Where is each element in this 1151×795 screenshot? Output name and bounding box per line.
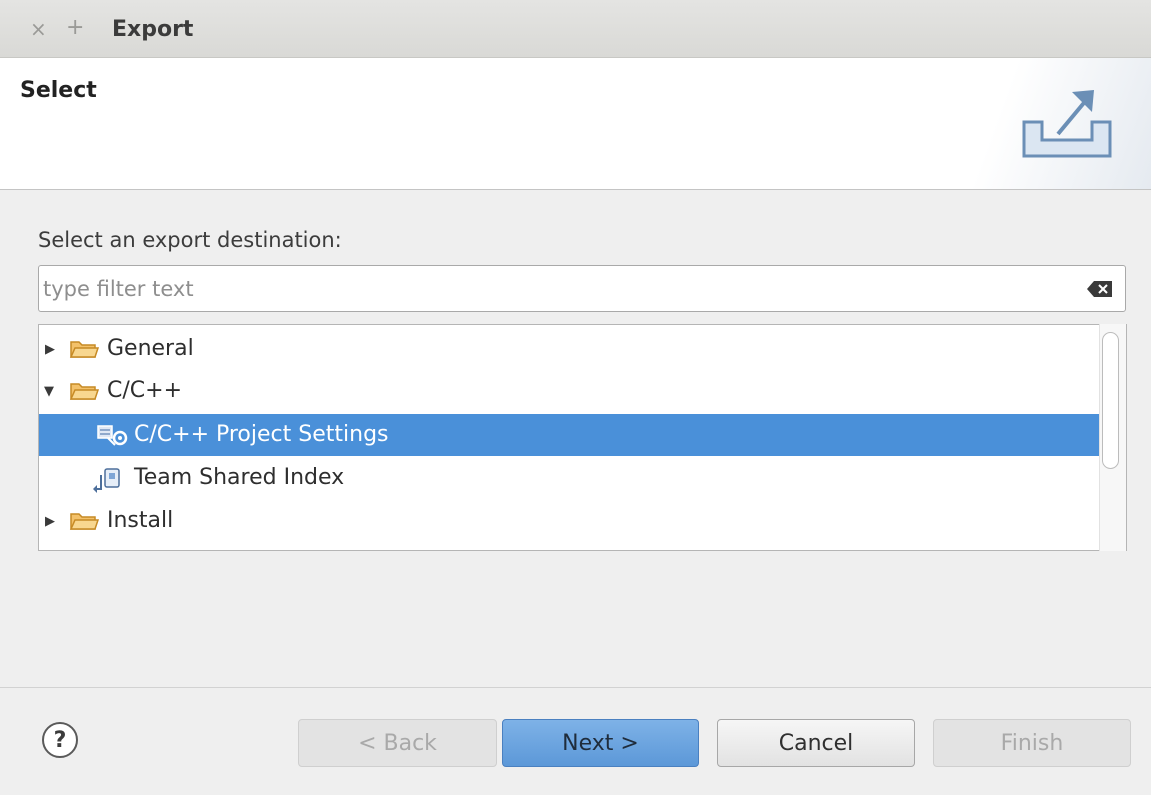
cancel-button[interactable]: Cancel xyxy=(717,719,915,767)
header-banner: Select xyxy=(0,58,1151,190)
tree-item-label: C/C++ xyxy=(107,378,183,403)
footer-separator xyxy=(0,687,1151,688)
help-button[interactable]: ? xyxy=(42,722,78,758)
back-button[interactable]: < Back xyxy=(298,719,497,767)
tree-item-team-shared-index[interactable]: Team Shared Index xyxy=(39,457,1099,499)
filter-input[interactable] xyxy=(43,272,1073,306)
folder-icon xyxy=(69,341,99,358)
filter-box xyxy=(38,265,1126,312)
help-icon: ? xyxy=(53,727,67,753)
expand-arrow-icon[interactable]: ▶ xyxy=(45,342,55,357)
finish-button[interactable]: Finish xyxy=(933,719,1131,767)
tree-item-install[interactable]: ▶ Install xyxy=(39,500,1099,542)
folder-icon xyxy=(69,513,99,530)
scrollbar-thumb[interactable] xyxy=(1102,332,1119,469)
export-icon xyxy=(1022,90,1112,158)
tree-item-label: General xyxy=(107,336,194,361)
destination-prompt: Select an export destination: xyxy=(38,228,342,252)
close-icon[interactable]: × xyxy=(30,19,47,39)
project-settings-icon xyxy=(97,425,128,446)
tree-item-general[interactable]: ▶ General xyxy=(39,328,1099,370)
tree-item-label: C/C++ Project Settings xyxy=(134,422,389,447)
tree-item-cpp-project-settings[interactable]: C/C++ Project Settings xyxy=(39,414,1099,456)
destination-tree: ▶ General ▼ C/C++ C/C++ Project Settings… xyxy=(38,324,1127,551)
export-dialog: × + Export Select Select an export desti… xyxy=(0,0,1151,795)
clear-icon[interactable] xyxy=(1086,280,1114,298)
window-title: Export xyxy=(112,17,194,42)
next-button[interactable]: Next > xyxy=(502,719,699,767)
page-title: Select xyxy=(20,78,97,103)
add-icon[interactable]: + xyxy=(66,17,84,39)
expand-arrow-icon[interactable]: ▶ xyxy=(45,514,55,529)
tree-item-label: Install xyxy=(107,508,174,533)
title-bar: × + Export xyxy=(0,0,1151,58)
tree-item-cpp[interactable]: ▼ C/C++ xyxy=(39,370,1099,412)
shared-index-icon xyxy=(93,468,120,493)
tree-item-label: Team Shared Index xyxy=(134,465,345,490)
folder-icon xyxy=(69,383,99,400)
collapse-arrow-icon[interactable]: ▼ xyxy=(44,384,54,399)
